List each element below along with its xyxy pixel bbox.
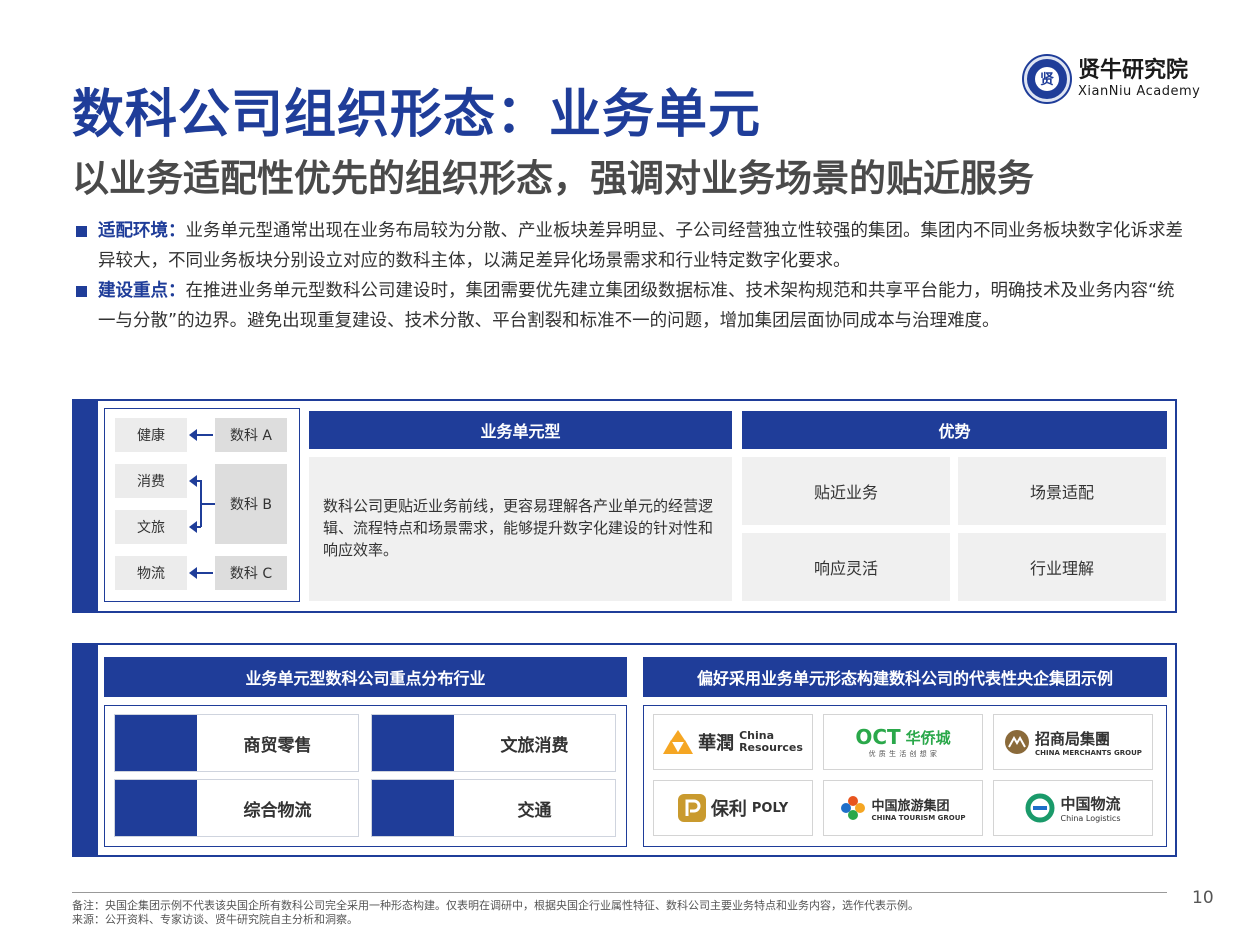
type-header: 业务单元型	[309, 411, 732, 449]
group-box: 消费	[115, 464, 187, 498]
industry-color-block	[372, 715, 454, 771]
unit-box: 数科 C	[215, 556, 287, 590]
unit-box: 数科 B	[215, 464, 287, 544]
footer-source: 来源：公开资料、专家访谈、贤牛研究院自主分析和洞察。	[72, 913, 358, 926]
page-number: 10	[1192, 888, 1214, 908]
unit-box: 数科 A	[215, 418, 287, 452]
advantage-item: 场景适配	[958, 457, 1166, 525]
china-resources-logo: 華潤 China Resources	[653, 714, 813, 770]
china-merchants-logo: 招商局集團 CHINA MERCHANTS GROUP	[993, 714, 1153, 770]
china-merchants-mark-icon	[1005, 730, 1030, 754]
poly-logo: 保利 POLY	[653, 780, 813, 836]
industry-color-block	[372, 780, 454, 836]
industries-header: 业务单元型数科公司重点分布行业	[104, 657, 627, 697]
group-box: 健康	[115, 418, 187, 452]
industry-color-block	[115, 780, 197, 836]
bullet-key: 适配环境：	[98, 221, 186, 241]
logo-name-en: XianNiu Academy	[1078, 84, 1201, 99]
connector-line	[201, 503, 215, 505]
examples-area: 華潤 China Resources OCT 华侨城 优 质 生 活 创 想 家	[643, 705, 1167, 847]
square-bullet-icon	[76, 286, 87, 297]
industry-item: 综合物流	[114, 779, 359, 837]
arrow-left-icon	[189, 567, 213, 579]
group-box: 物流	[115, 556, 187, 590]
arrow-left-icon	[189, 521, 201, 533]
china-resources-mark-icon	[663, 730, 694, 754]
china-tourism-logo: 中国旅游集团 CHINA TOURISM GROUP	[823, 780, 983, 836]
type-description: 数科公司更贴近业务前线，更容易理解各产业单元的经营逻辑、流程特点和场景需求，能够…	[309, 457, 732, 601]
poly-mark-icon	[677, 794, 706, 822]
bullet-text: 业务单元型通常出现在业务布局较为分散、产业板块差异明显、子公司经营独立性较强的集…	[98, 221, 1183, 271]
industry-item: 商贸零售	[114, 714, 359, 772]
bullet-text: 在推进业务单元型数科公司建设时，集团需要优先建立集团级数据标准、技术架构规范和共…	[98, 281, 1175, 331]
advantage-item: 行业理解	[958, 533, 1166, 601]
china-tourism-mark-icon	[841, 796, 866, 820]
group-box: 文旅	[115, 510, 187, 544]
connector-line	[200, 480, 202, 527]
industries-area: 商贸零售 文旅消费 综合物流 交通	[104, 705, 627, 847]
industry-panel: 业务单元型数科公司重点分布行业 商贸零售 文旅消费 综合物流 交通 偏好采用业务…	[72, 643, 1177, 857]
bullet-key: 建设重点：	[98, 281, 186, 301]
logo-name-cn: 贤牛研究院	[1078, 58, 1189, 83]
oct-logo: OCT 华侨城 优 质 生 活 创 想 家	[823, 714, 983, 770]
footer-notes: 备注：央国企集团示例不代表该央国企所有数科公司完全采用一种形态构建。仅表明在调研…	[72, 899, 919, 927]
arrow-left-icon	[189, 429, 213, 441]
structure-panel: 健康 消费 文旅 物流 数科 A 数科 B 数科 C 业务单元型 数科公司更贴近…	[72, 399, 1177, 613]
examples-header: 偏好采用业务单元形态构建数科公司的代表性央企集团示例	[643, 657, 1167, 697]
page-subtitle: 以业务适配性优先的组织形态，强调对业务场景的贴近服务	[72, 157, 1034, 200]
china-logistics-logo: 中国物流 China Logistics	[993, 780, 1153, 836]
structure-map: 健康 消费 文旅 物流 数科 A 数科 B 数科 C	[104, 408, 300, 602]
advantage-item: 响应灵活	[742, 533, 950, 601]
industry-color-block	[115, 715, 197, 771]
footer-divider	[72, 892, 1167, 893]
china-logistics-mark-icon	[1025, 793, 1055, 823]
advantage-item: 贴近业务	[742, 457, 950, 525]
arrow-left-icon	[189, 475, 201, 487]
advantages-header: 优势	[742, 411, 1167, 449]
bullet-list: 适配环境：业务单元型通常出现在业务布局较为分散、产业板块差异明显、子公司经营独立…	[76, 216, 1186, 336]
footer-note: 备注：央国企集团示例不代表该央国企所有数科公司完全采用一种形态构建。仅表明在调研…	[72, 899, 919, 912]
square-bullet-icon	[76, 226, 87, 237]
industry-item: 交通	[371, 779, 616, 837]
brand-logo: 贤 贤牛研究院 XianNiu Academy	[1024, 56, 1200, 102]
page-title: 数科公司组织形态：业务单元	[72, 85, 762, 145]
academy-badge-icon: 贤	[1024, 56, 1070, 102]
bullet-item: 建设重点：在推进业务单元型数科公司建设时，集团需要优先建立集团级数据标准、技术架…	[76, 276, 1186, 336]
industry-item: 文旅消费	[371, 714, 616, 772]
bullet-item: 适配环境：业务单元型通常出现在业务布局较为分散、产业板块差异明显、子公司经营独立…	[76, 216, 1186, 276]
